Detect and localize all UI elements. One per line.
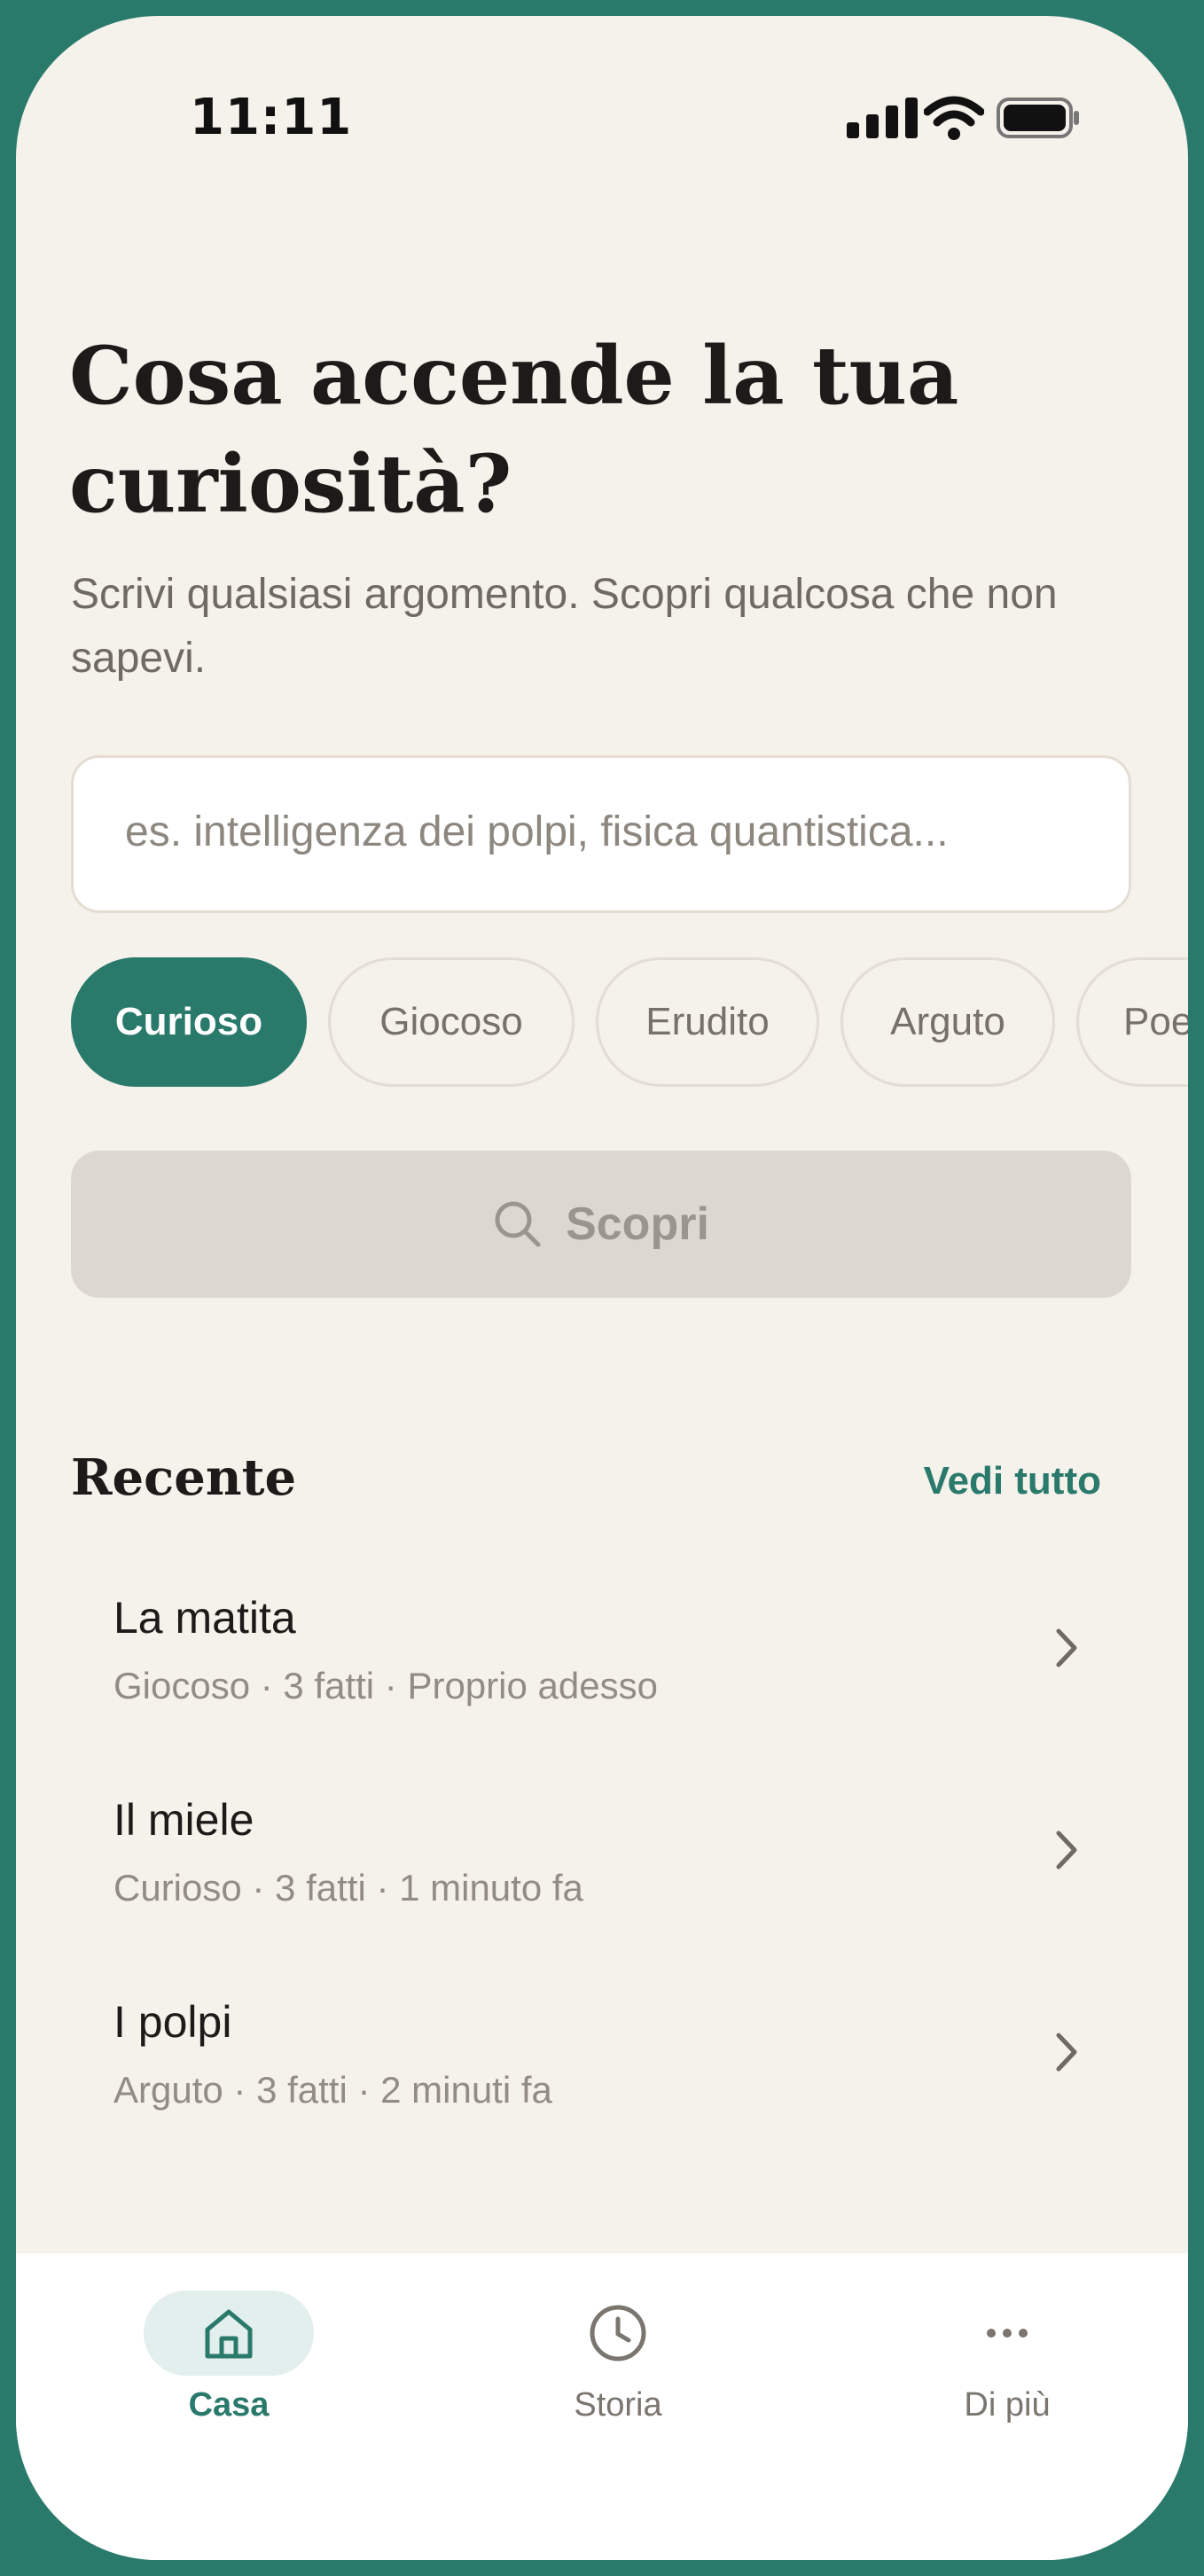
recent-item[interactable]: I polpi Arguto · 3 fatti · 2 minuti fa (71, 1996, 1131, 2174)
phone-screen: 11:11 Cosa accende la tua curiosità? Scr… (16, 16, 1188, 2560)
discover-button-label: Scopri (566, 1198, 709, 1250)
recent-item-title: Il miele (113, 1795, 254, 1845)
tab-bar: Casa Storia Di più (16, 2253, 1188, 2560)
see-all-link[interactable]: Vedi tutto (924, 1459, 1101, 1503)
clock-icon (590, 2305, 646, 2361)
tab-di-piu[interactable]: Di più (874, 2253, 1140, 2448)
tab-label: Storia (574, 2386, 662, 2424)
chevron-right-icon (1056, 1831, 1077, 1870)
tone-chip-erudito[interactable]: Erudito (596, 957, 819, 1087)
tone-chip-arguto[interactable]: Arguto (840, 957, 1055, 1087)
recent-item-meta: Giocoso · 3 fatti · Proprio adesso (113, 1665, 658, 1706)
recent-section-title: Recente (71, 1448, 297, 1507)
wifi-icon (924, 96, 984, 140)
tab-label: Casa (188, 2386, 270, 2424)
recent-item-title: La matita (113, 1593, 296, 1643)
tab-storia[interactable]: Storia (485, 2253, 751, 2448)
tone-chips: Curioso Giocoso Erudito Arguto Poe (71, 957, 1188, 1087)
tone-chip-poe[interactable]: Poe (1076, 957, 1188, 1087)
battery-icon (997, 98, 1079, 138)
status-time: 11:11 (190, 89, 353, 146)
search-placeholder: es. intelligenza dei polpi, fisica quant… (125, 808, 949, 855)
cellular-signal-icon (847, 98, 918, 138)
tone-chip-curioso[interactable]: Curioso (71, 957, 307, 1087)
recent-item[interactable]: La matita Giocoso · 3 fatti · Proprio ad… (71, 1592, 1131, 1769)
tab-label: Di più (964, 2386, 1051, 2424)
chevron-right-icon (1056, 2033, 1077, 2072)
page-subtitle: Scrivi qualsiasi argomento. Scopri qualc… (71, 571, 1058, 682)
search-icon (495, 1201, 541, 1247)
more-icon (987, 2329, 1028, 2338)
chevron-right-icon (1056, 1628, 1077, 1667)
page-title: Cosa accende la tua curiosità? (69, 329, 959, 531)
recent-item[interactable]: Il miele Curioso · 3 fatti · 1 minuto fa (71, 1794, 1131, 1971)
status-bar: 11:11 (16, 16, 1188, 193)
recent-item-title: I polpi (113, 1997, 232, 2047)
discover-button[interactable]: Scopri (71, 1151, 1131, 1298)
tone-chip-giocoso[interactable]: Giocoso (328, 957, 575, 1087)
recent-item-meta: Arguto · 3 fatti · 2 minuti fa (113, 2069, 552, 2111)
topic-search-input[interactable]: es. intelligenza dei polpi, fisica quant… (71, 755, 1131, 913)
tab-casa[interactable]: Casa (96, 2253, 362, 2448)
home-icon (205, 2309, 253, 2359)
recent-item-meta: Curioso · 3 fatti · 1 minuto fa (113, 1867, 583, 1909)
